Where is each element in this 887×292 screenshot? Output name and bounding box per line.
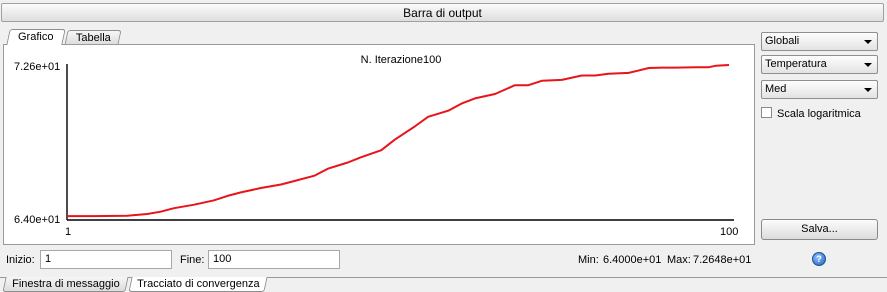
x-tick-label-start: 1	[65, 226, 71, 238]
end-input[interactable]: 100	[208, 250, 340, 269]
save-button[interactable]: Salva...	[761, 219, 878, 240]
tab-message-window-label: Finestra di messaggio	[11, 278, 120, 290]
quantity-select[interactable]: Temperatura	[761, 55, 878, 74]
start-label: Inizio:	[6, 254, 35, 266]
y-tick-label-min: 6.40e+01	[14, 214, 60, 226]
chevron-down-icon	[864, 40, 872, 44]
log-scale-checkbox[interactable]	[761, 107, 772, 118]
min-label: Min:	[578, 254, 599, 266]
chart-title: N. Iterazione100	[361, 54, 442, 66]
start-input[interactable]: 1	[40, 250, 172, 269]
x-tick-label-end: 100	[720, 226, 738, 238]
statistic-select-value: Med	[765, 83, 787, 95]
statistic-select[interactable]: Med	[761, 80, 878, 99]
convergence-chart: N. Iterazione100 7.26e+01 6.40e+01 1 100	[14, 54, 738, 238]
end-label: Fine:	[180, 254, 205, 266]
quantity-select-value: Temperatura	[765, 58, 827, 70]
tab-tabella[interactable]: Tabella	[64, 30, 122, 45]
help-icon[interactable]: ?	[812, 252, 826, 266]
min-value: 6.4000e+01	[603, 254, 662, 266]
chevron-down-icon	[864, 63, 872, 67]
chevron-down-icon	[864, 88, 872, 92]
output-bar-title: Barra di output	[1, 3, 884, 22]
tab-tabella-label: Tabella	[75, 32, 111, 44]
max-value: 7.2648e+01	[693, 254, 752, 266]
tab-convergence-trace-label: Tracciato di convergenza	[136, 278, 260, 290]
tab-message-window[interactable]: Finestra di messaggio	[2, 277, 129, 292]
series-line-0	[67, 64, 730, 218]
scope-select-value: Globali	[765, 35, 800, 47]
chart-panel: N. Iterazione100 7.26e+01 6.40e+01 1 100	[3, 44, 755, 245]
max-label: Max:	[667, 254, 691, 266]
tab-convergence-trace[interactable]: Tracciato di convergenza	[128, 277, 268, 292]
y-tick-label-max: 7.26e+01	[14, 61, 60, 73]
scope-select[interactable]: Globali	[761, 32, 878, 51]
log-scale-label: Scala logaritmica	[777, 108, 861, 120]
tab-grafico-label: Grafico	[18, 31, 54, 43]
tab-grafico[interactable]: Grafico	[6, 29, 66, 45]
